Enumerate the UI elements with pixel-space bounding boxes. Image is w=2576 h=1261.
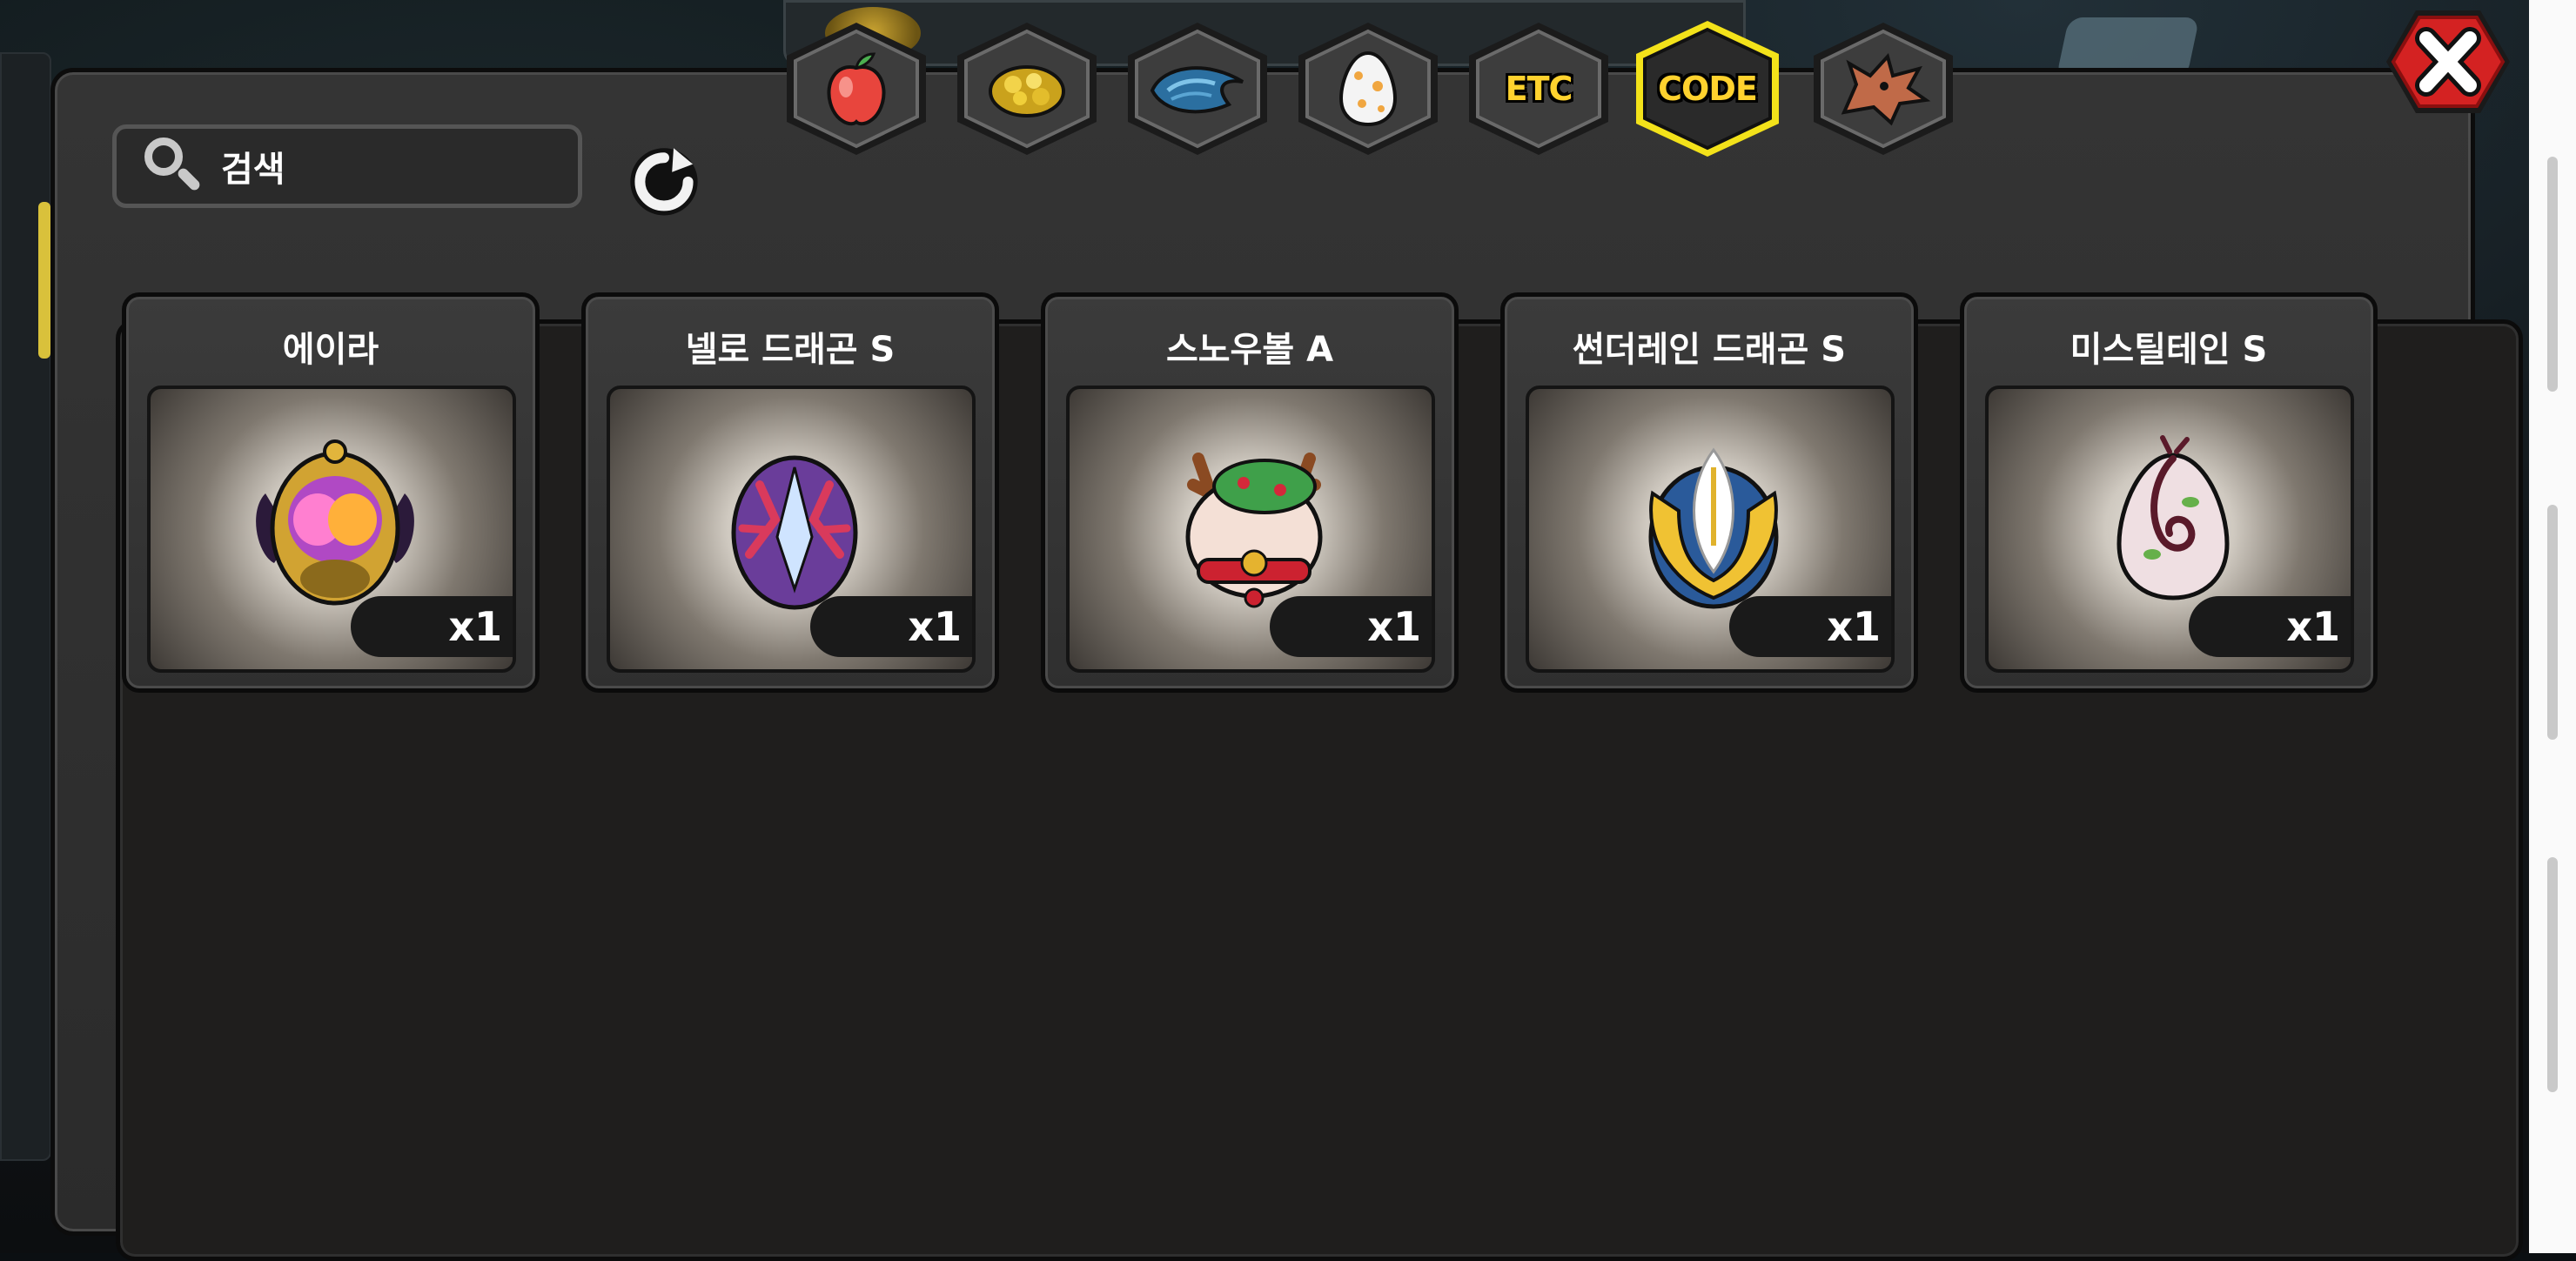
scrollbar-thumb[interactable] <box>2547 505 2558 740</box>
refresh-button[interactable] <box>622 138 706 222</box>
item-image: x1 <box>1066 386 1435 673</box>
search-icon <box>138 127 216 205</box>
item-name: 미스틸테인 S <box>2070 330 2268 370</box>
close-button[interactable] <box>2383 5 2513 118</box>
fruit-icon <box>827 52 886 126</box>
quantity-badge: x1 <box>1729 596 1891 657</box>
item-image: x1 <box>147 386 516 673</box>
close-icon <box>2386 10 2510 113</box>
tab-dragon[interactable] <box>1808 19 1958 158</box>
quantity-badge: x1 <box>810 596 972 657</box>
quantity-badge: x1 <box>1270 596 1432 657</box>
item-name: 썬더레인 드래곤 S <box>1572 330 1847 370</box>
item-card[interactable]: 썬더레인 드래곤 S x1 <box>1500 292 1918 693</box>
item-card[interactable]: 미스틸테인 S x1 <box>1960 292 2378 693</box>
refresh-icon <box>630 148 698 216</box>
scale-icon <box>1150 66 1244 114</box>
tab-fruit[interactable] <box>782 19 931 158</box>
search-input[interactable]: 검색 <box>112 124 582 208</box>
scrollbar-thumb[interactable] <box>2547 157 2558 392</box>
gold-icon <box>989 65 1065 117</box>
snowball-reindeer-icon <box>1185 453 1323 608</box>
tab-code[interactable]: CODE <box>1633 19 1782 158</box>
item-quantity: x1 <box>2286 603 2340 650</box>
background-yellow-marker <box>38 202 50 359</box>
item-quantity: x1 <box>908 603 962 650</box>
item-image: x1 <box>1985 386 2354 673</box>
tab-code-label: CODE <box>1658 70 1758 108</box>
tab-etc-label: ETC <box>1505 70 1573 108</box>
coral-egg-icon <box>731 455 858 610</box>
egg-icon <box>1338 50 1398 127</box>
winged-gold-egg-icon <box>1648 447 1779 609</box>
scroll-gutter <box>2529 0 2576 1253</box>
item-image: x1 <box>1526 386 1895 673</box>
item-quantity: x1 <box>1367 603 1421 650</box>
item-quantity: x1 <box>1827 603 1881 650</box>
dragon-head-icon <box>1841 52 1931 126</box>
tab-egg[interactable] <box>1293 19 1443 158</box>
item-name: 넬로 드래곤 S <box>685 330 896 370</box>
item-card[interactable]: 넬로 드래곤 S x1 <box>581 292 999 693</box>
item-card[interactable]: 스노우볼 A x1 <box>1041 292 1459 693</box>
item-image: x1 <box>607 386 976 673</box>
quantity-badge: x1 <box>351 596 513 657</box>
vine-egg-icon <box>2116 435 2230 600</box>
item-quantity: x1 <box>448 603 502 650</box>
tab-gold[interactable] <box>952 19 1102 158</box>
item-name: 에이라 <box>282 330 379 370</box>
item-name: 스노우볼 A <box>1165 330 1334 370</box>
item-card[interactable]: 에이라 x1 <box>122 292 540 693</box>
quantity-badge: x1 <box>2189 596 2351 657</box>
tab-scale[interactable] <box>1123 19 1272 158</box>
scrollbar-thumb[interactable] <box>2547 857 2558 1092</box>
golden-jewel-egg-icon <box>256 439 414 606</box>
tab-etc[interactable]: ETC <box>1464 19 1613 158</box>
search-placeholder: 검색 <box>221 150 285 190</box>
